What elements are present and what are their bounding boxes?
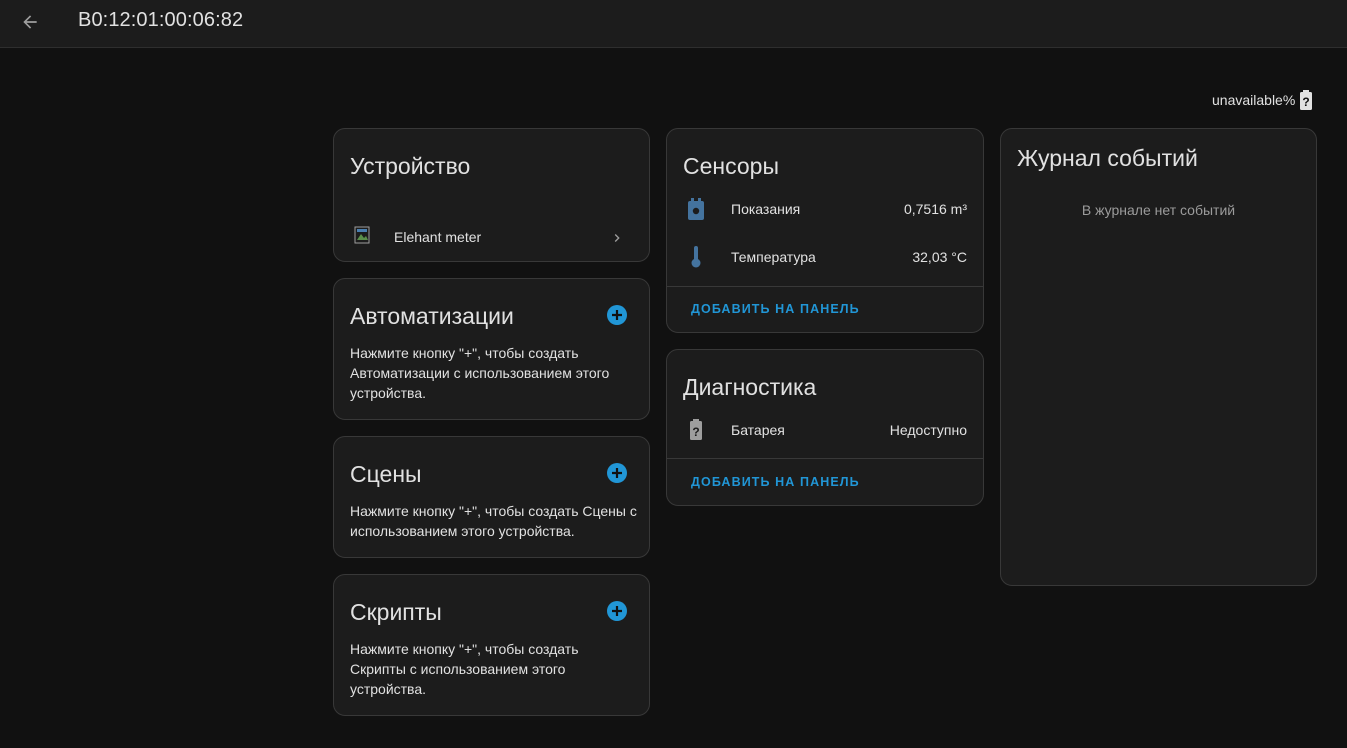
add-scene-button[interactable] bbox=[606, 462, 628, 484]
top-app-bar: B0:12:01:00:06:82 bbox=[0, 0, 1347, 48]
add-to-dashboard-button[interactable]: ДОБАВИТЬ НА ПАНЕЛЬ bbox=[691, 475, 860, 489]
meter-icon bbox=[688, 198, 704, 220]
diagnostic-label: Батарея bbox=[731, 422, 785, 438]
battery-status-text: unavailable% bbox=[1212, 92, 1296, 108]
sensor-row[interactable]: Показания 0,7516 m³ bbox=[667, 189, 983, 229]
device-card-title: Устройство bbox=[350, 153, 471, 179]
arrow-left-icon bbox=[23, 15, 37, 29]
automations-card: Автоматизации Нажмите кнопку "+", чтобы … bbox=[333, 278, 650, 420]
back-button[interactable] bbox=[16, 8, 44, 36]
add-script-button[interactable] bbox=[606, 600, 628, 622]
diagnostics-card: Диагностика ? Батарея Недоступно ДОБАВИТ… bbox=[666, 349, 984, 506]
battery-unknown-icon: ? bbox=[690, 419, 702, 440]
svg-text:?: ? bbox=[1303, 95, 1310, 109]
sensor-label: Температура bbox=[731, 249, 816, 265]
sensor-value: 32,03 °C bbox=[912, 249, 967, 265]
chevron-right-icon bbox=[614, 234, 620, 242]
device-name: Elehant meter bbox=[394, 229, 482, 245]
sensor-value: 0,7516 m³ bbox=[903, 201, 967, 217]
sensors-card: Сенсоры Показания 0,7516 m³ Температура … bbox=[666, 128, 984, 333]
page-title: B0:12:01:00:06:82 bbox=[78, 9, 244, 31]
logbook-empty-message: В журнале нет событий bbox=[1081, 202, 1236, 218]
svg-text:?: ? bbox=[692, 425, 699, 439]
battery-unknown-icon: ? bbox=[1300, 90, 1313, 110]
sensors-card-title: Сенсоры bbox=[683, 153, 779, 179]
add-to-dashboard-button[interactable]: ДОБАВИТЬ НА ПАНЕЛЬ bbox=[691, 302, 860, 316]
scenes-card-title: Сцены bbox=[350, 461, 422, 487]
divider bbox=[667, 286, 983, 287]
diagnostics-card-title: Диагностика bbox=[683, 374, 817, 400]
logbook-card-title: Журнал событий bbox=[1017, 145, 1198, 171]
sensor-row[interactable]: Температура 32,03 °C bbox=[667, 237, 983, 277]
automations-card-title: Автоматизации bbox=[350, 303, 514, 329]
divider bbox=[667, 458, 983, 459]
automations-description: Нажмите кнопку "+", чтобы создать Автома… bbox=[350, 345, 610, 401]
sensor-label: Показания bbox=[731, 201, 801, 217]
device-link-row[interactable]: Elehant meter bbox=[334, 217, 649, 261]
device-card: Устройство Elehant meter bbox=[333, 128, 650, 262]
scripts-description: Нажмите кнопку "+", чтобы создать Скрипт… bbox=[350, 641, 579, 697]
scripts-card: Скрипты Нажмите кнопку "+", чтобы создат… bbox=[333, 574, 650, 716]
diagnostic-row[interactable]: ? Батарея Недоступно bbox=[667, 410, 983, 450]
device-image bbox=[354, 225, 376, 247]
scenes-card: Сцены Нажмите кнопку "+", чтобы создать … bbox=[333, 436, 650, 558]
diagnostic-value: Недоступно bbox=[889, 422, 967, 438]
add-automation-button[interactable] bbox=[606, 304, 628, 326]
thermometer-icon bbox=[691, 246, 701, 268]
scripts-card-title: Скрипты bbox=[350, 599, 442, 625]
logbook-card: Журнал событий В журнале нет событий bbox=[1000, 128, 1317, 586]
scenes-description: Нажмите кнопку "+", чтобы создать Сцены … bbox=[350, 503, 637, 539]
battery-status[interactable]: unavailable% ? bbox=[1212, 90, 1313, 110]
